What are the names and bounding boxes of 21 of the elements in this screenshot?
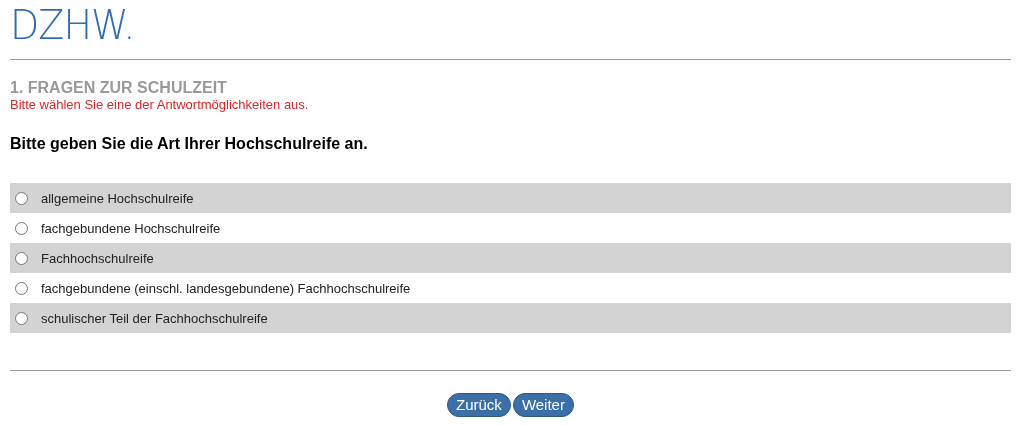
radio-button[interactable] bbox=[15, 311, 28, 325]
section-title: 1. FRAGEN ZUR SCHULZEIT bbox=[10, 79, 228, 97]
answer-option[interactable]: fachgebundene (einschl. landesgebundene) Fachhochschulreife bbox=[10, 273, 1011, 303]
option-label: allgemeine Hochschulreife bbox=[41, 190, 194, 206]
option-label: schulischer Teil der Fachhochschulreife bbox=[41, 310, 268, 326]
error-message: Bitte wählen Sie eine der Antwortmöglichkeiten aus. bbox=[10, 97, 310, 113]
next-button[interactable]: Weiter bbox=[512, 393, 574, 417]
radio-button[interactable] bbox=[15, 281, 28, 295]
answer-option[interactable]: allgemeine Hochschulreife bbox=[10, 183, 1011, 213]
answer-option[interactable]: fachgebundene Hochschulreife bbox=[10, 213, 1011, 243]
radio-button[interactable] bbox=[15, 221, 28, 235]
option-label: Fachhochschulreife bbox=[41, 250, 154, 266]
option-label: fachgebundene (einschl. landesgebundene) Fachhochschulreife bbox=[41, 280, 411, 296]
answer-option[interactable]: schulischer Teil der Fachhochschulreife bbox=[10, 303, 1011, 333]
option-label: fachgebundene Hochschulreife bbox=[41, 220, 221, 236]
logo: DZHW. bbox=[10, 2, 135, 48]
question-text: Bitte geben Sie die Art Ihrer Hochschulreife an. bbox=[10, 135, 369, 153]
answer-option[interactable]: Fachhochschulreife bbox=[10, 243, 1011, 273]
radio-button[interactable] bbox=[15, 251, 28, 265]
radio-button[interactable] bbox=[15, 191, 28, 205]
back-button[interactable]: Zurück bbox=[447, 393, 511, 417]
